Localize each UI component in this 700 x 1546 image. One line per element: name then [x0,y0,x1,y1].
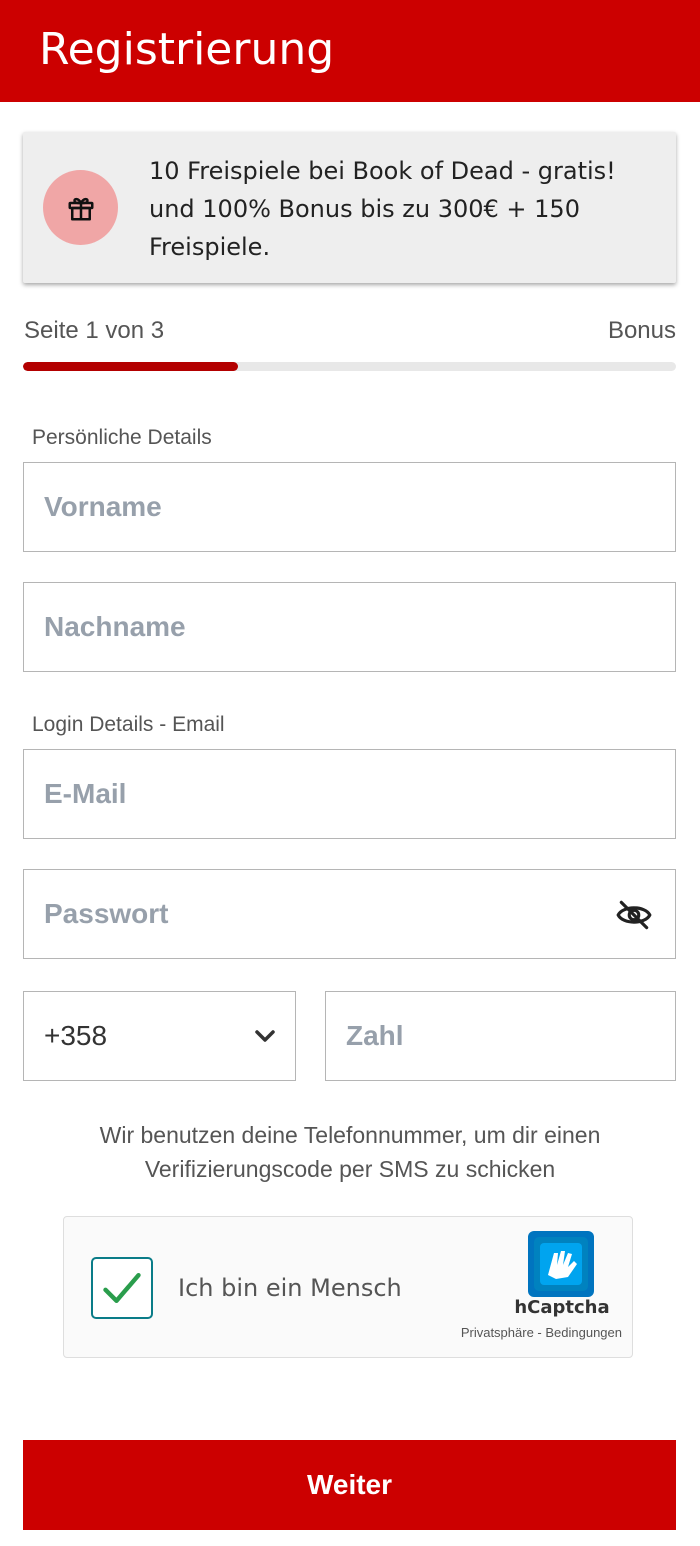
password-input[interactable] [24,870,675,958]
first-name-field[interactable] [23,462,676,552]
hcaptcha-logo-icon [528,1231,594,1297]
eye-off-icon[interactable] [615,896,653,934]
chevron-down-icon [255,1030,275,1042]
country-code-select[interactable]: +358 [23,991,296,1081]
progress-bar [23,362,676,371]
hcaptcha-widget: Ich bin ein Mensch hCaptcha Privatsphäre… [63,1216,633,1358]
hcaptcha-privacy-terms-link[interactable]: Privatsphäre - Bedingungen [414,1325,622,1340]
progress-next-step: Bonus [607,317,676,344]
progress-bar-fill [23,362,239,371]
promo-text: 10 Freispiele bei Book of Dead - gratis!… [149,157,616,261]
last-name-field[interactable] [23,582,676,672]
first-name-input[interactable] [24,463,675,551]
email-field[interactable] [23,749,676,839]
last-name-input[interactable] [24,583,675,671]
password-field[interactable] [23,869,676,959]
email-input[interactable] [24,750,675,838]
captcha-checkbox[interactable] [91,1257,153,1319]
section-label-login: Login Details - Email [32,713,225,736]
progress-step-text: Seite 1 von 3 [24,317,165,344]
section-label-personal: Persönliche Details [32,426,212,449]
captcha-label: Ich bin ein Mensch [178,1274,402,1302]
app-header: Registrierung [0,0,700,102]
bonus-promo-banner: 10 Freispiele bei Book of Dead - gratis!… [23,132,676,283]
sms-verification-note: Wir benutzen deine Telefonnummer, um dir… [99,1122,601,1182]
phone-number-field[interactable] [325,991,676,1081]
phone-number-input[interactable] [326,992,675,1080]
gift-icon [43,170,118,245]
next-button[interactable]: Weiter [23,1440,676,1530]
page-title: Registrierung [39,24,335,75]
checkmark-icon [103,1272,141,1304]
hcaptcha-brand: hCaptcha [514,1297,610,1318]
progress-header: Seite 1 von 3 Bonus [23,317,676,347]
country-code-value: +358 [44,1020,108,1051]
